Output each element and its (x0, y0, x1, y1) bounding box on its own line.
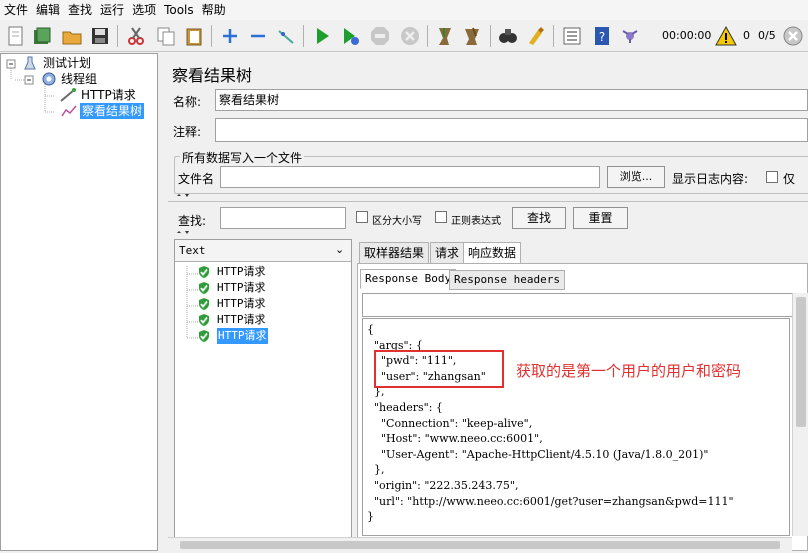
tab-request[interactable]: 请求 (430, 242, 465, 264)
menu-tools[interactable]: Tools (160, 0, 198, 20)
response-vertical-scrollbar[interactable] (792, 293, 808, 536)
remote-stop-all-icon[interactable] (781, 24, 805, 48)
filename-label: 文件名 (178, 172, 215, 186)
listener-icon (61, 104, 77, 121)
reset-button[interactable]: 重置 (573, 207, 628, 229)
tree-node-result-tree[interactable]: 察看结果树 (80, 103, 145, 119)
start-icon[interactable] (310, 24, 334, 48)
new-icon[interactable] (4, 24, 28, 48)
renderer-select[interactable]: Text ⌄ (175, 240, 351, 262)
chevron-down-icon: ⌄ (335, 243, 345, 256)
menu-options[interactable]: 选项 (128, 0, 160, 20)
thread-group-icon (41, 72, 57, 89)
collapse-icon[interactable] (246, 24, 270, 48)
menu-run[interactable]: 运行 (96, 0, 128, 20)
subtab-response-headers[interactable]: Response headers (449, 270, 565, 290)
warning-count: 0 (743, 29, 750, 42)
write-all-label: 所有数据写入一个文件 (180, 149, 305, 166)
search-input[interactable] (220, 207, 346, 229)
help-icon[interactable]: ? (590, 24, 614, 48)
http-sampler-icon (59, 88, 77, 105)
subtab-response-body[interactable]: Response Body (360, 269, 457, 289)
response-line: }, (367, 463, 385, 477)
remote-icon[interactable] (618, 24, 642, 48)
result-item[interactable]: HTTP请求 (217, 296, 266, 312)
splitter-arrows-2[interactable] (174, 231, 204, 239)
sample-result-list[interactable]: Text ⌄ HTTP请求 HTTP请求 HTTP请求 HTTP请求 HTTP请求 (174, 239, 352, 551)
menu-bar: 文件 编辑 查找 运行 选项 Tools 帮助 (0, 0, 808, 20)
test-plan-tree[interactable]: 测试计划 线程组 HTTP请求 察看结果树 (0, 53, 158, 551)
menu-search[interactable]: 查找 (64, 0, 96, 20)
case-sensitive-checkbox[interactable] (356, 211, 368, 223)
start-no-pause-icon[interactable] (338, 24, 362, 48)
regex-label: 正则表达式 (451, 216, 501, 227)
response-line: { (367, 323, 374, 336)
errors-only-label: 仅 (783, 172, 796, 186)
response-line: "url": "http://www.neeo.cc:6001/get?user… (367, 494, 734, 508)
copy-icon[interactable] (154, 24, 178, 48)
function-helper-icon[interactable] (560, 24, 584, 48)
cut-icon[interactable] (124, 24, 148, 48)
success-shield-icon (197, 281, 211, 298)
open-icon[interactable] (60, 24, 84, 48)
response-line: "origin": "222.35.243.75", (367, 479, 519, 492)
find-button[interactable]: 查找 (512, 207, 566, 229)
tree-node-http-request[interactable]: HTTP请求 (81, 87, 136, 103)
response-line: } (367, 510, 374, 524)
svg-text:?: ? (599, 30, 605, 44)
warning-icon[interactable] (714, 24, 738, 48)
clear-all-icon[interactable] (460, 24, 484, 48)
reset-search-icon[interactable] (524, 24, 548, 48)
tab-response-data[interactable]: 响应数据 (463, 242, 522, 264)
tree-node-test-plan[interactable]: 测试计划 (43, 55, 91, 71)
expand-icon[interactable] (218, 24, 242, 48)
filename-input[interactable] (220, 166, 600, 188)
panel-title: 察看结果树 (172, 66, 253, 85)
name-label: 名称: (173, 95, 202, 109)
log-content-label: 显示日志内容: (672, 172, 749, 186)
result-item[interactable]: HTTP请求 (217, 280, 266, 296)
elapsed-timer: 00:00:00 (662, 29, 712, 42)
menu-edit[interactable]: 编辑 (32, 0, 64, 20)
renderer-value: Text (179, 244, 206, 257)
search-icon[interactable] (496, 24, 520, 48)
main-horizontal-scrollbar[interactable] (168, 537, 792, 551)
response-line: "Host": "www.neeo.cc:6001", (367, 432, 543, 446)
errors-only-checkbox[interactable] (766, 171, 778, 183)
menu-file[interactable]: 文件 (0, 0, 32, 20)
result-item[interactable]: HTTP请求 (217, 312, 266, 328)
templates-icon[interactable] (30, 24, 54, 48)
menu-help[interactable]: 帮助 (198, 0, 230, 20)
regex-checkbox[interactable] (435, 211, 447, 223)
save-icon[interactable] (88, 24, 112, 48)
tab-sampler-result[interactable]: 取样器结果 (359, 242, 430, 264)
search-label: 查找: (178, 214, 207, 228)
test-plan-icon (23, 56, 37, 73)
tree-node-thread-group[interactable]: 线程组 (61, 71, 97, 87)
success-shield-icon (197, 329, 211, 346)
response-search-field[interactable] (362, 293, 808, 317)
stop-icon[interactable] (368, 24, 392, 48)
comment-input[interactable] (215, 118, 808, 142)
paste-icon[interactable] (182, 24, 206, 48)
case-sensitive-label: 区分大小写 (372, 216, 422, 227)
annotation-note: 获取的是第一个用户的用户和密码 (516, 362, 742, 380)
result-item[interactable]: HTTP请求 (217, 328, 268, 344)
annotation-highlight-box (374, 350, 504, 388)
success-shield-icon (197, 297, 211, 314)
response-line: "User-Agent": "Apache-HttpClient/4.5.10 … (367, 447, 709, 461)
success-shield-icon (197, 313, 211, 330)
success-shield-icon (197, 265, 211, 282)
name-input[interactable]: 察看结果树 (215, 89, 808, 111)
active-thread-count: 0/5 (758, 29, 776, 42)
clear-icon[interactable] (432, 24, 456, 48)
toggle-icon[interactable] (274, 24, 298, 48)
shutdown-icon[interactable] (398, 24, 422, 48)
comment-label: 注释: (173, 125, 202, 139)
result-item[interactable]: HTTP请求 (217, 264, 266, 280)
response-line: "headers": { (367, 401, 443, 414)
browse-button[interactable]: 浏览... (607, 166, 665, 188)
response-line: "Connection": "keep-alive", (367, 416, 533, 430)
